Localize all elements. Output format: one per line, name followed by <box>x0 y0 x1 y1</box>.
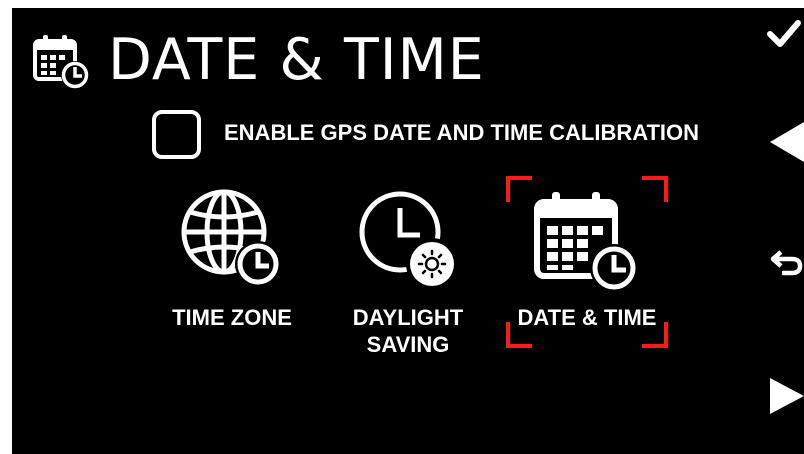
selection-corner <box>506 176 532 202</box>
gps-calibration-label[interactable]: ENABLE GPS DATE AND TIME CALIBRATION <box>224 118 699 148</box>
selection-corner <box>642 176 668 202</box>
globe-clock-icon <box>181 189 281 287</box>
check-icon[interactable] <box>766 18 802 50</box>
tile-daylight-saving[interactable]: DAYLIGHT SAVING <box>338 188 478 358</box>
calendar-clock-icon <box>534 192 638 292</box>
tile-date-time[interactable]: DATE & TIME <box>506 176 668 348</box>
gps-calibration-checkbox[interactable] <box>152 110 201 159</box>
tile-label-line2: SAVING <box>366 332 450 357</box>
calendar-clock-icon <box>33 35 89 89</box>
return-icon[interactable] <box>770 248 804 278</box>
arrow-left-icon[interactable] <box>768 122 804 162</box>
tile-label-line1: DAYLIGHT <box>352 305 464 330</box>
clock-sun-icon <box>359 191 458 288</box>
tile-label: DATE & TIME <box>517 305 657 330</box>
tile-label: TIME ZONE <box>172 305 292 330</box>
page-title: DATE & TIME <box>108 27 485 93</box>
device-screen: DATE & TIME ENABLE GPS DATE AND TIME CAL… <box>12 8 804 454</box>
tile-time-zone[interactable]: TIME ZONE <box>162 188 302 338</box>
arrow-right-icon[interactable] <box>768 378 804 414</box>
